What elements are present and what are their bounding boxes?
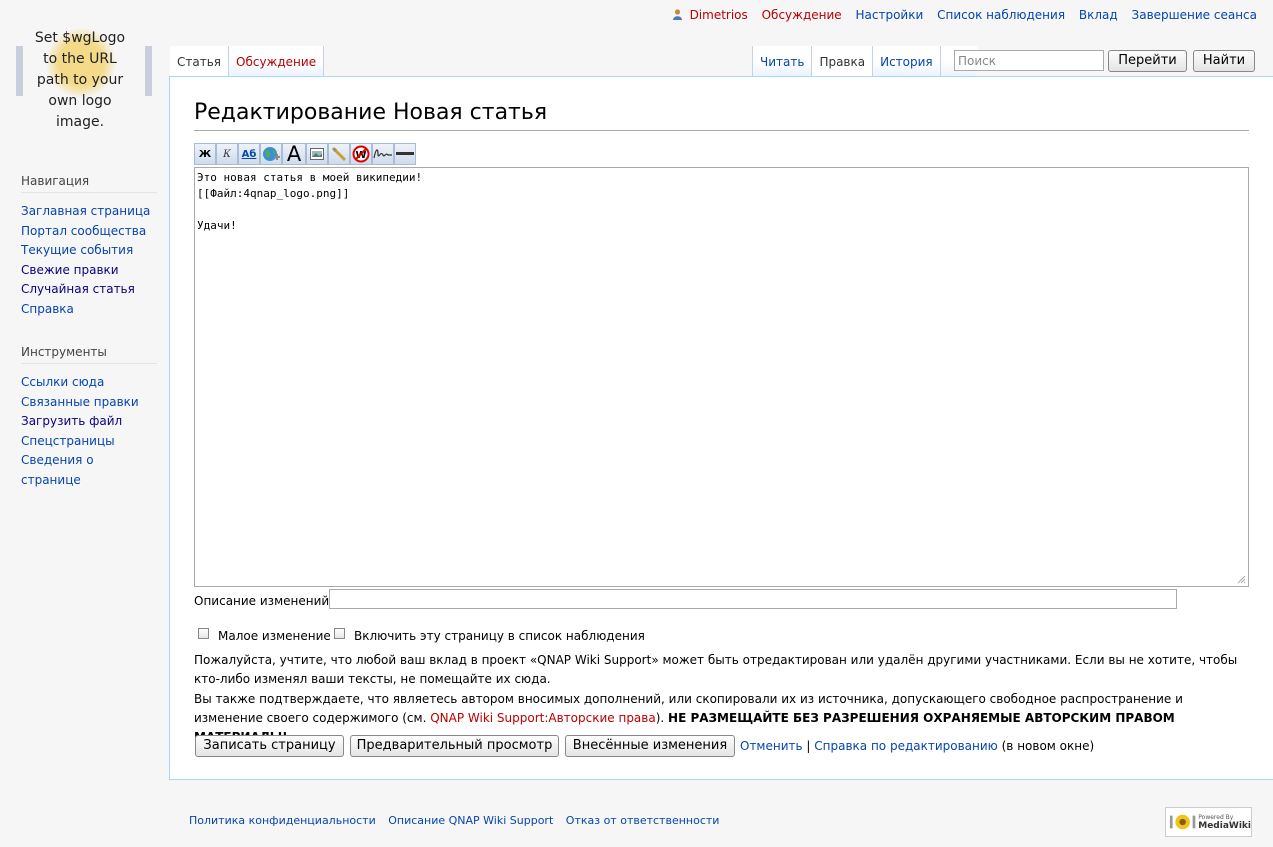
- sidebar-item-current-events[interactable]: Текущие события: [21, 243, 133, 257]
- watch-page-label: Включить эту страницу в список наблюдени…: [354, 629, 645, 643]
- site-logo[interactable]: Set $wgLogo to the URL path to your own …: [10, 24, 152, 134]
- summary-input[interactable]: [329, 589, 1177, 609]
- sidebar-tools: Инструменты Ссылки сюда Связанные правки…: [21, 345, 157, 490]
- page-title: Редактирование Новая статья: [194, 98, 1249, 131]
- sidebar-navigation: Навигация Заглавная страница Портал сооб…: [21, 174, 157, 319]
- minor-edit-checkbox[interactable]: [198, 628, 209, 639]
- search-input[interactable]: [954, 50, 1104, 71]
- tab-article[interactable]: Статья: [170, 46, 230, 76]
- user-icon: [672, 9, 682, 20]
- bold-icon: Ж: [198, 148, 212, 160]
- personal-tools: Dimetrios Обсуждение Настройки Список на…: [672, 8, 1257, 22]
- media-button[interactable]: [328, 143, 350, 165]
- watchlist-link[interactable]: Список наблюдения: [937, 8, 1065, 22]
- wikitext-editor[interactable]: Это новая статья в моей википедии! [[Фай…: [194, 167, 1249, 587]
- nowiki-icon: W: [352, 145, 370, 163]
- image-button[interactable]: [306, 143, 328, 165]
- sidebar-heading-tools: Инструменты: [21, 345, 157, 364]
- signature-icon: [373, 149, 392, 159]
- mediawiki-logo-icon: [1169, 814, 1196, 830]
- search-button[interactable]: Найти: [1193, 50, 1255, 72]
- show-changes-button[interactable]: Внесённые изменения: [565, 735, 735, 757]
- logo-placeholder-text: Set $wgLogo to the URL path to your own …: [34, 30, 126, 130]
- sidebar-item-related-changes[interactable]: Связанные правки: [21, 395, 139, 409]
- horizontal-line-button[interactable]: [394, 143, 416, 165]
- disclaimer-link[interactable]: Отказ от ответственности: [566, 814, 720, 827]
- sidebar-item-upload-file[interactable]: Загрузить файл: [21, 414, 122, 428]
- tab-edit[interactable]: Правка: [812, 46, 874, 76]
- copyright-page-link[interactable]: QNAP Wiki Support:Авторские права: [430, 711, 656, 725]
- svg-text:W: W: [355, 150, 366, 161]
- separator: |: [806, 739, 811, 753]
- sidebar-item-community-portal[interactable]: Портал сообщества: [21, 224, 146, 238]
- editing-help-link[interactable]: Справка по редактированию: [814, 739, 998, 753]
- sidebar-item-random-page[interactable]: Случайная статья: [21, 282, 135, 296]
- footer-links: Политика конфиденциальности Описание QNA…: [189, 814, 728, 827]
- show-preview-button[interactable]: Предварительный просмотр: [350, 735, 559, 757]
- external-link-icon: [263, 147, 280, 161]
- sidebar-item-what-links-here[interactable]: Ссылки сюда: [21, 375, 104, 389]
- contributions-link[interactable]: Вклад: [1079, 8, 1118, 22]
- sidebar-item-help[interactable]: Справка: [21, 302, 74, 316]
- view-tabs: Читать Правка История: [752, 46, 977, 77]
- media-icon: [331, 146, 347, 162]
- sidebar-heading-navigation: Навигация: [21, 174, 157, 193]
- horizontal-line-icon: [396, 152, 414, 155]
- sidebar-item-special-pages[interactable]: Спецстраницы: [21, 434, 115, 448]
- italic-button[interactable]: К: [216, 143, 238, 165]
- bold-button[interactable]: Ж: [194, 143, 216, 165]
- tab-discussion[interactable]: Обсуждение: [229, 46, 325, 76]
- headline-icon: A: [286, 142, 302, 166]
- tab-history[interactable]: История: [873, 46, 941, 76]
- preferences-link[interactable]: Настройки: [856, 8, 924, 22]
- headline-button[interactable]: A: [282, 143, 306, 165]
- external-link-button[interactable]: [260, 143, 282, 165]
- user-talk-link[interactable]: Обсуждение: [762, 8, 842, 22]
- sidebar-item-main-page[interactable]: Заглавная страница: [21, 204, 150, 218]
- image-icon: [310, 148, 324, 160]
- sidebar-item-page-info[interactable]: Сведения о странице: [21, 453, 94, 487]
- user-page-link[interactable]: Dimetrios: [690, 8, 748, 22]
- resize-grip-icon[interactable]: [1236, 574, 1246, 584]
- italic-icon: К: [223, 148, 231, 160]
- cancel-link[interactable]: Отменить: [740, 739, 803, 753]
- namespace-tabs: Статья Обсуждение: [170, 46, 325, 77]
- nowiki-button[interactable]: W: [350, 143, 372, 165]
- edit-warning-notice: Пожалуйста, учтите, что любой ваш вклад …: [194, 653, 1238, 686]
- logout-link[interactable]: Завершение сеанса: [1132, 8, 1257, 22]
- sidebar-item-recent-changes[interactable]: Свежие правки: [21, 263, 119, 277]
- powered-by-mediawiki-badge[interactable]: Powered By MediaWiki: [1165, 807, 1252, 837]
- signature-button[interactable]: [372, 143, 394, 165]
- new-window-note: (в новом окне): [1001, 739, 1095, 753]
- edit-options-links: Отменить | Справка по редактированию (в …: [740, 739, 1094, 753]
- edit-toolbar: Ж К Аб A W: [194, 143, 416, 165]
- watch-page-checkbox[interactable]: [334, 628, 345, 639]
- internal-link-icon: Аб: [241, 148, 257, 160]
- internal-link-button[interactable]: Аб: [238, 143, 260, 165]
- summary-label: Описание изменений:: [194, 594, 334, 608]
- save-page-button[interactable]: Записать страницу: [195, 735, 344, 757]
- minor-edit-label: Малое изменение: [218, 629, 331, 643]
- powered-by-text: Powered By MediaWiki: [1198, 814, 1251, 831]
- go-button[interactable]: Перейти: [1108, 50, 1187, 72]
- privacy-policy-link[interactable]: Политика конфиденциальности: [189, 814, 376, 827]
- tab-read[interactable]: Читать: [752, 46, 813, 76]
- about-link[interactable]: Описание QNAP Wiki Support: [388, 814, 553, 827]
